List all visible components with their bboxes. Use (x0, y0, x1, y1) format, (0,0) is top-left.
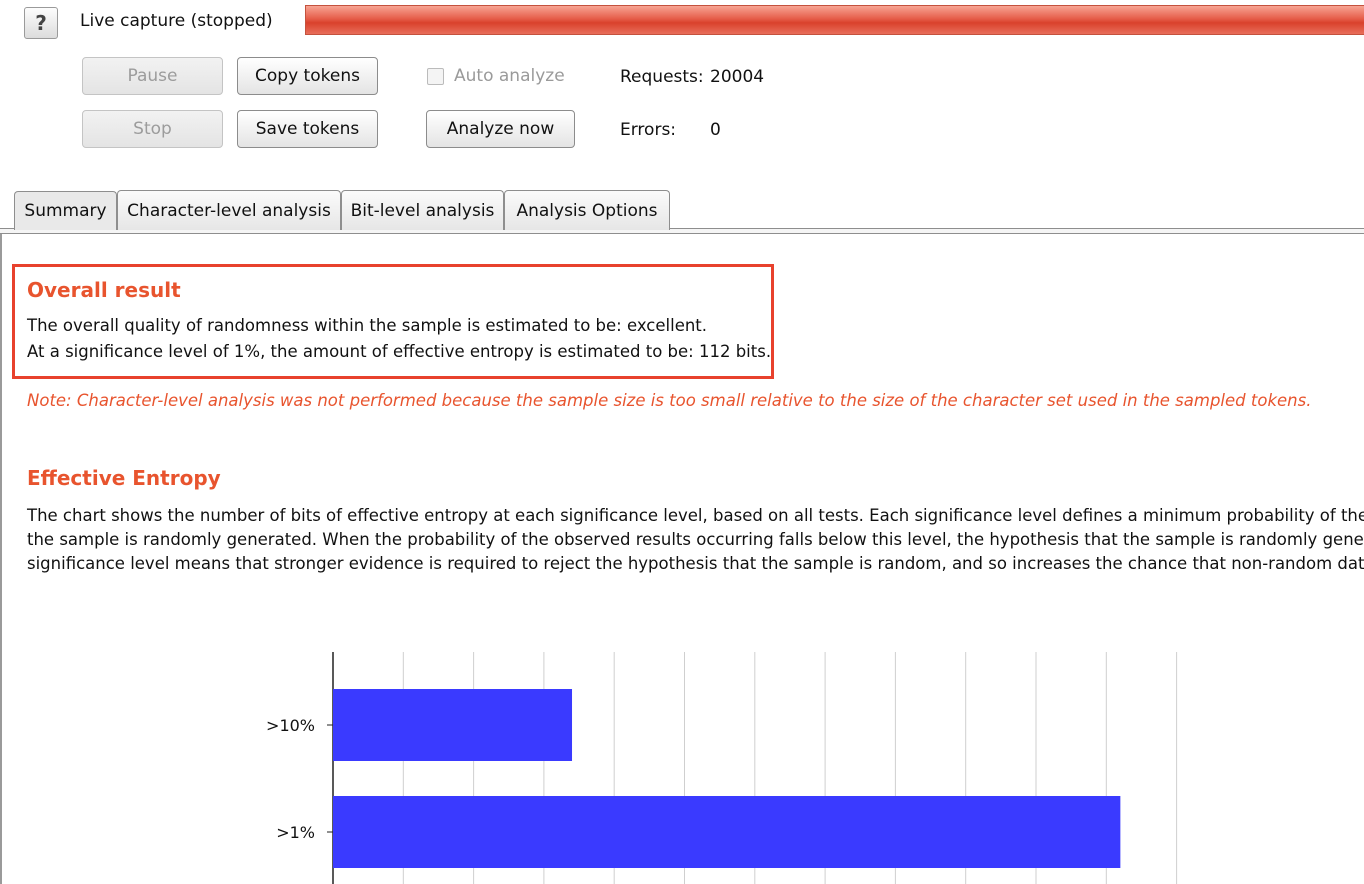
effective-entropy-line-1: The chart shows the number of bits of ef… (27, 506, 1364, 525)
effective-entropy-description: The chart shows the number of bits of ef… (27, 504, 1364, 576)
errors-label: Errors: (620, 120, 677, 140)
chart-bar (333, 796, 1121, 868)
effective-entropy-heading: Effective Entropy (27, 466, 221, 490)
save-tokens-button[interactable]: Save tokens (237, 110, 378, 148)
auto-analyze-label: Auto analyze (454, 66, 565, 86)
auto-analyze-checkbox[interactable] (427, 67, 444, 85)
character-analysis-note: Note: Character-level analysis was not p… (27, 391, 1312, 410)
chart-bar (333, 689, 573, 761)
effective-entropy-line-3: significance level means that stronger e… (27, 554, 1364, 573)
overall-result-line-1: The overall quality of randomness within… (27, 316, 708, 335)
help-icon[interactable]: ? (24, 7, 58, 39)
auto-analyze-option[interactable]: Auto analyze (427, 66, 565, 86)
errors-value: 0 (710, 120, 721, 140)
pause-button[interactable]: Pause (82, 57, 223, 95)
tab-character-level-analysis[interactable]: Character-level analysis (117, 190, 341, 230)
tab-summary[interactable]: Summary (14, 191, 117, 230)
overall-result-heading: Overall result (27, 278, 181, 302)
overall-result-line-2: At a significance level of 1%, the amoun… (27, 342, 772, 361)
requests-label: Requests: (620, 67, 704, 87)
analyze-now-button[interactable]: Analyze now (426, 110, 575, 148)
tab-analysis-options[interactable]: Analysis Options (504, 190, 670, 230)
capture-progress-bar (305, 5, 1364, 35)
chart-category-labels: >10% >1% (266, 716, 333, 842)
chart-category-label: >1% (276, 823, 315, 842)
chart-bars (333, 689, 1121, 868)
requests-value: 20004 (710, 67, 765, 87)
capture-status: Live capture (stopped) (80, 11, 273, 31)
effective-entropy-chart: >10% >1% (266, 652, 1178, 884)
copy-tokens-button[interactable]: Copy tokens (237, 57, 378, 95)
stop-button[interactable]: Stop (82, 110, 223, 148)
effective-entropy-line-2: the sample is randomly generated. When t… (27, 530, 1364, 549)
tab-bit-level-analysis[interactable]: Bit-level analysis (341, 190, 504, 230)
chart-category-label: >10% (266, 716, 315, 735)
